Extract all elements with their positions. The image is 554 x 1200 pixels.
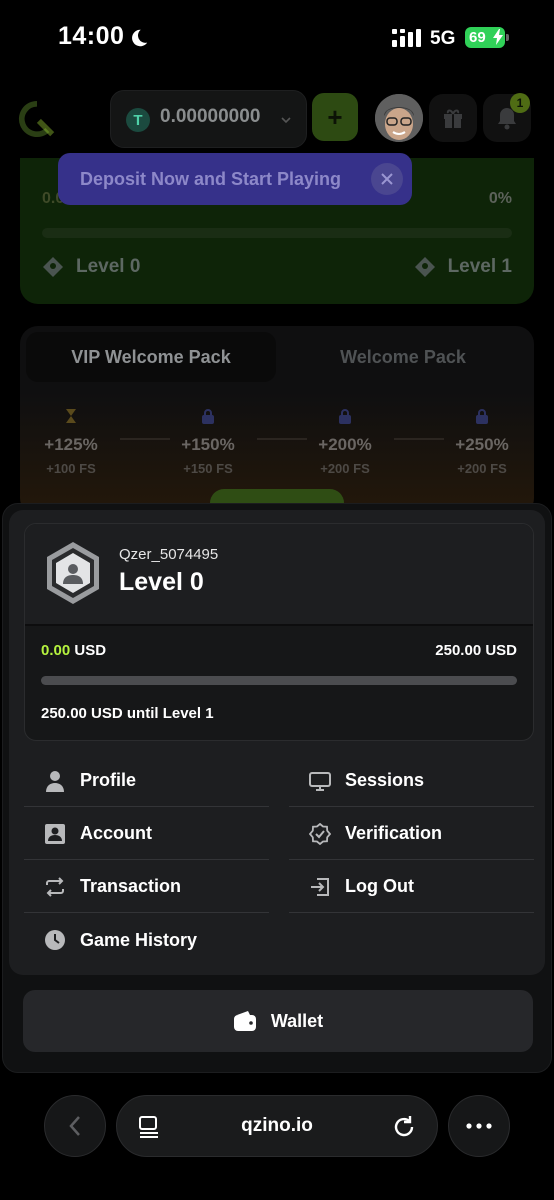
level-from: Level 0 — [42, 256, 140, 278]
menu-transaction[interactable]: Transaction — [24, 861, 269, 913]
account-card-icon — [45, 823, 65, 844]
tier-1: +125% +100 FS — [26, 408, 116, 476]
menu-game-history[interactable]: Game History — [24, 914, 269, 966]
moon-icon — [132, 29, 148, 47]
level-badge-icon — [47, 542, 99, 604]
toast-text: Deposit Now and Start Playing — [80, 169, 342, 189]
menu-sessions-label: Sessions — [345, 770, 425, 790]
logo-icon[interactable] — [18, 100, 56, 138]
usdt-coin-icon: T — [126, 108, 150, 132]
menu-transaction-label: Transaction — [80, 876, 182, 896]
chevron-left-icon — [69, 1116, 80, 1136]
logout-icon — [311, 877, 329, 896]
level-diamond-icon — [43, 257, 63, 277]
wallet-button[interactable]: Wallet — [23, 990, 533, 1052]
menu-verification-label: Verification — [345, 823, 443, 843]
toast-close-button[interactable] — [371, 163, 403, 195]
level-progress-bar — [42, 228, 512, 238]
transfer-arrows-icon — [46, 876, 64, 897]
level-to-label: Level 1 — [447, 256, 512, 277]
goal-wager: 250.00 USD — [435, 642, 517, 659]
tab-welcome-pack[interactable]: Welcome Pack — [278, 332, 528, 382]
level-from-label: Level 0 — [76, 256, 141, 277]
reload-icon[interactable] — [391, 1114, 417, 1140]
deposit-plus-button[interactable]: + — [312, 93, 358, 141]
monitor-icon — [309, 771, 331, 791]
memoji-avatar-icon — [375, 94, 423, 142]
user-level-progress-bar — [41, 676, 517, 685]
profile-icon — [46, 770, 64, 792]
chevron-down-icon — [281, 117, 291, 124]
menu-logout-label: Log Out — [345, 876, 414, 896]
wallet-label: Wallet — [270, 1010, 324, 1031]
current-wager-amount: 0.00 — [41, 642, 71, 659]
tier-bonus: +200% — [318, 435, 372, 454]
url-text: qzino.io — [241, 1115, 313, 1136]
menu-sessions[interactable]: Sessions — [289, 755, 534, 807]
verified-badge-icon — [309, 822, 331, 845]
tier-bonus: +250% — [455, 435, 509, 454]
menu-verification[interactable]: Verification — [289, 808, 534, 860]
battery-indicator: 69 — [465, 27, 509, 48]
level-progress-percent: 0% — [488, 190, 512, 207]
user-level: Level 0 — [119, 568, 204, 596]
avatar[interactable] — [375, 94, 423, 142]
lock-icon — [476, 409, 488, 424]
until-next-level: 250.00 USD until Level 1 — [41, 705, 214, 722]
menu-profile[interactable]: Profile — [24, 755, 269, 807]
status-bar: 14:00 5G 69 — [0, 0, 554, 78]
menu-profile-label: Profile — [80, 770, 137, 790]
tab-vip-welcome-pack[interactable]: VIP Welcome Pack — [26, 332, 276, 382]
browser-back-button[interactable] — [44, 1095, 106, 1157]
battery-level: 69 — [469, 29, 486, 46]
current-wager: 0.00 USD — [41, 642, 106, 659]
browser-more-button[interactable] — [448, 1095, 510, 1157]
clock-icon — [45, 930, 65, 950]
gift-icon — [444, 109, 462, 128]
browser-url-bar[interactable]: qzino.io — [116, 1095, 438, 1157]
wallet-icon — [233, 1011, 256, 1031]
tier-4: +250% +200 FS — [437, 408, 527, 476]
more-dots-icon — [466, 1123, 492, 1129]
account-menu-panel: Qzer_5074495 Level 0 0.00 USD 250.00 USD… — [2, 503, 552, 1073]
tier-spins: +200 FS — [320, 461, 370, 476]
deposit-toast[interactable]: Deposit Now and Start Playing — [58, 153, 412, 205]
tier-spins: +200 FS — [457, 461, 507, 476]
balance-selector[interactable]: T 0.00000000 — [110, 90, 307, 148]
account-menu-body: Qzer_5074495 Level 0 0.00 USD 250.00 USD… — [9, 510, 545, 975]
menu-account-label: Account — [80, 823, 152, 843]
username: Qzer_5074495 — [119, 546, 219, 563]
lock-icon — [202, 409, 214, 424]
gift-button[interactable] — [429, 94, 477, 142]
close-icon — [381, 173, 393, 185]
welcome-pack-card: VIP Welcome Pack Welcome Pack +125% +100… — [20, 326, 534, 519]
tier-spins: +100 FS — [46, 461, 96, 476]
network-label: 5G — [430, 28, 456, 49]
status-time: 14:00 — [58, 22, 125, 50]
notification-badge: 1 — [510, 93, 530, 113]
level-diamond-icon — [414, 257, 435, 277]
current-wager-unit: USD — [70, 642, 107, 659]
balance-value: 0.00000000 — [160, 106, 261, 127]
menu-logout[interactable]: Log Out — [289, 861, 534, 913]
signal-icon — [392, 29, 421, 47]
lock-icon — [339, 409, 351, 424]
level-to: Level 1 — [414, 256, 512, 278]
hourglass-icon — [66, 409, 76, 423]
menu-account[interactable]: Account — [24, 808, 269, 860]
charging-icon — [493, 29, 503, 45]
tier-3: +200% +200 FS — [300, 408, 390, 476]
user-level-card: Qzer_5074495 Level 0 0.00 USD 250.00 USD… — [24, 523, 534, 741]
tier-2: +150% +150 FS — [163, 408, 253, 476]
user-level-header: Qzer_5074495 Level 0 — [25, 524, 533, 626]
tier-bonus: +125% — [44, 435, 98, 454]
tier-bonus: +150% — [181, 435, 235, 454]
app-header: T 0.00000000 + — [0, 80, 554, 160]
menu-game-history-label: Game History — [80, 929, 198, 950]
tier-spins: +150 FS — [183, 461, 233, 476]
